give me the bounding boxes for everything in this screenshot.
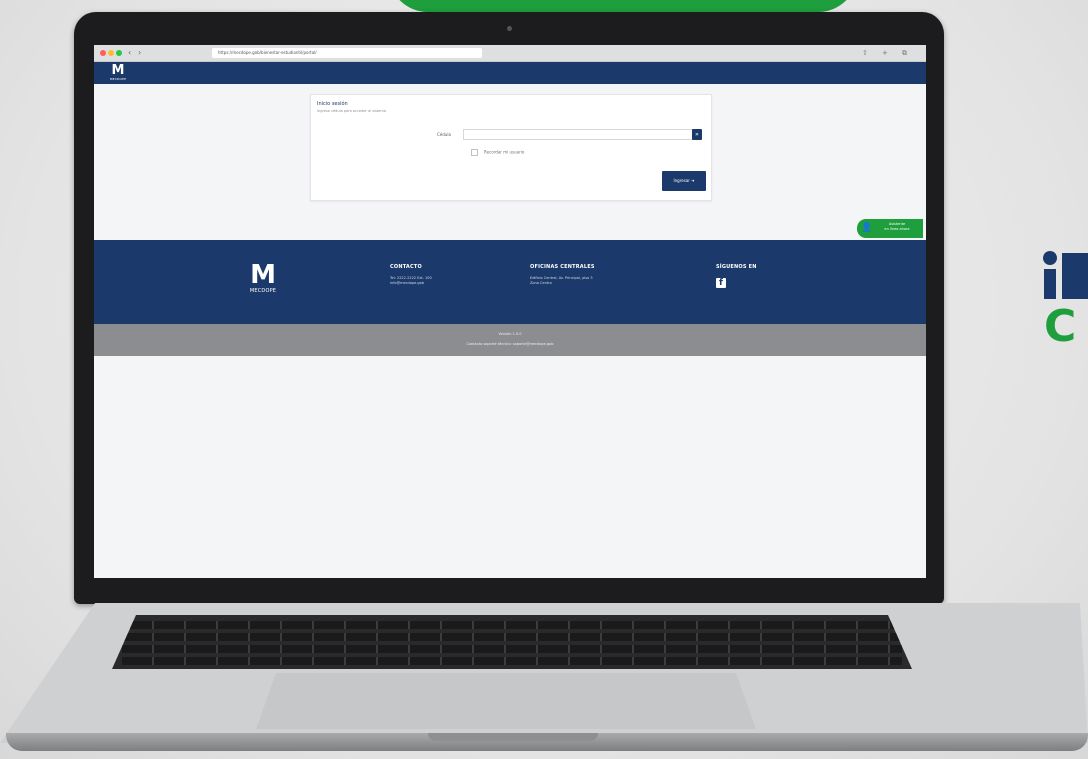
footer-offices: OFICINAS CENTRALES Edificio Central, Av.…	[530, 264, 595, 286]
footer-contacts: CONTACTO Tel: 2222-2222 Ext. 100 info@me…	[390, 264, 432, 286]
follow-title: SÍGUENOS EN	[716, 264, 757, 270]
browser-toolbar: ‹ › https://mecdope.gob/bienestar-estudi…	[94, 45, 926, 62]
maximize-window-icon[interactable]	[116, 50, 122, 56]
footer-logo: M MECDOPE	[242, 262, 284, 296]
footer-logo-mark: M	[250, 260, 276, 290]
chat-widget[interactable]: 👤 Asistente en línea ahora	[857, 219, 923, 238]
support-text: Contacto soporte técnico: soporte@mecdop…	[466, 342, 554, 346]
card-subtitle: Ingrese cédula para acceder al sistema	[317, 109, 386, 113]
logo-text: MECDOPE	[109, 77, 127, 81]
side-brand-logo: C	[1040, 245, 1088, 365]
logo-stem	[1044, 269, 1056, 299]
forward-button[interactable]: ›	[138, 48, 141, 58]
key-row	[122, 657, 902, 665]
logo-dot	[1043, 251, 1057, 265]
header-logo[interactable]: M MECDOPE	[108, 64, 128, 82]
facebook-icon[interactable]: f	[716, 278, 726, 288]
offices-line: Zona Centro	[530, 281, 552, 285]
user-icon: 👤	[861, 223, 873, 233]
id-search-button[interactable]: »	[692, 129, 702, 140]
laptop-lid: ‹ › https://mecdope.gob/bienestar-estudi…	[74, 12, 944, 604]
footer-logo-text: MECDOPE	[249, 288, 277, 294]
trackpad	[256, 673, 756, 729]
chat-text: Asistente en línea ahora	[873, 222, 921, 232]
remember-label: Recordar mi usuario	[484, 149, 525, 155]
brand-green-arc	[388, 0, 858, 12]
key-row	[122, 621, 902, 629]
submit-button[interactable]: Ingresar ➜	[662, 171, 706, 191]
version-text: Versión 1.0.0	[498, 332, 522, 336]
card-title: Inicio sesión	[317, 101, 348, 107]
site-header: M MECDOPE	[94, 62, 926, 84]
share-icon[interactable]: ⇧	[862, 47, 868, 59]
offices-title: OFICINAS CENTRALES	[530, 264, 595, 270]
key-row	[122, 645, 902, 653]
footer-bottom-bar: Versión 1.0.0 Contacto soporte técnico: …	[94, 324, 926, 356]
keyboard	[112, 615, 912, 669]
address-bar[interactable]: https://mecdope.gob/bienestar-estudianti…	[212, 48, 482, 58]
site-footer: M MECDOPE CONTACTO Tel: 2222-2222 Ext. 1…	[94, 240, 926, 324]
laptop-screen: ‹ › https://mecdope.gob/bienestar-estudi…	[94, 45, 926, 578]
close-window-icon[interactable]	[100, 50, 106, 56]
tabs-overview-icon[interactable]: ⧉	[902, 47, 907, 59]
back-button[interactable]: ‹	[128, 48, 131, 58]
login-card: Inicio sesión Ingrese cédula para accede…	[310, 94, 712, 201]
id-field-label: Cédula	[437, 132, 451, 137]
chat-line-2: en línea ahora	[884, 227, 910, 231]
laptop-base	[0, 603, 1088, 759]
logo-letter: C	[1044, 301, 1077, 352]
key-row	[122, 633, 902, 641]
new-tab-icon[interactable]: +	[882, 47, 888, 59]
laptop-notch	[428, 733, 598, 741]
remember-checkbox[interactable]	[471, 149, 478, 156]
remember-row[interactable]: Recordar mi usuario	[471, 149, 524, 156]
footer-follow: SÍGUENOS EN f	[716, 264, 757, 289]
logo-mark: M	[111, 63, 125, 78]
camera-icon	[507, 26, 512, 31]
minimize-window-icon[interactable]	[108, 50, 114, 56]
id-input[interactable]	[463, 129, 693, 140]
logo-block	[1062, 253, 1088, 299]
contacts-line[interactable]: info@mecdope.gob	[390, 281, 432, 286]
